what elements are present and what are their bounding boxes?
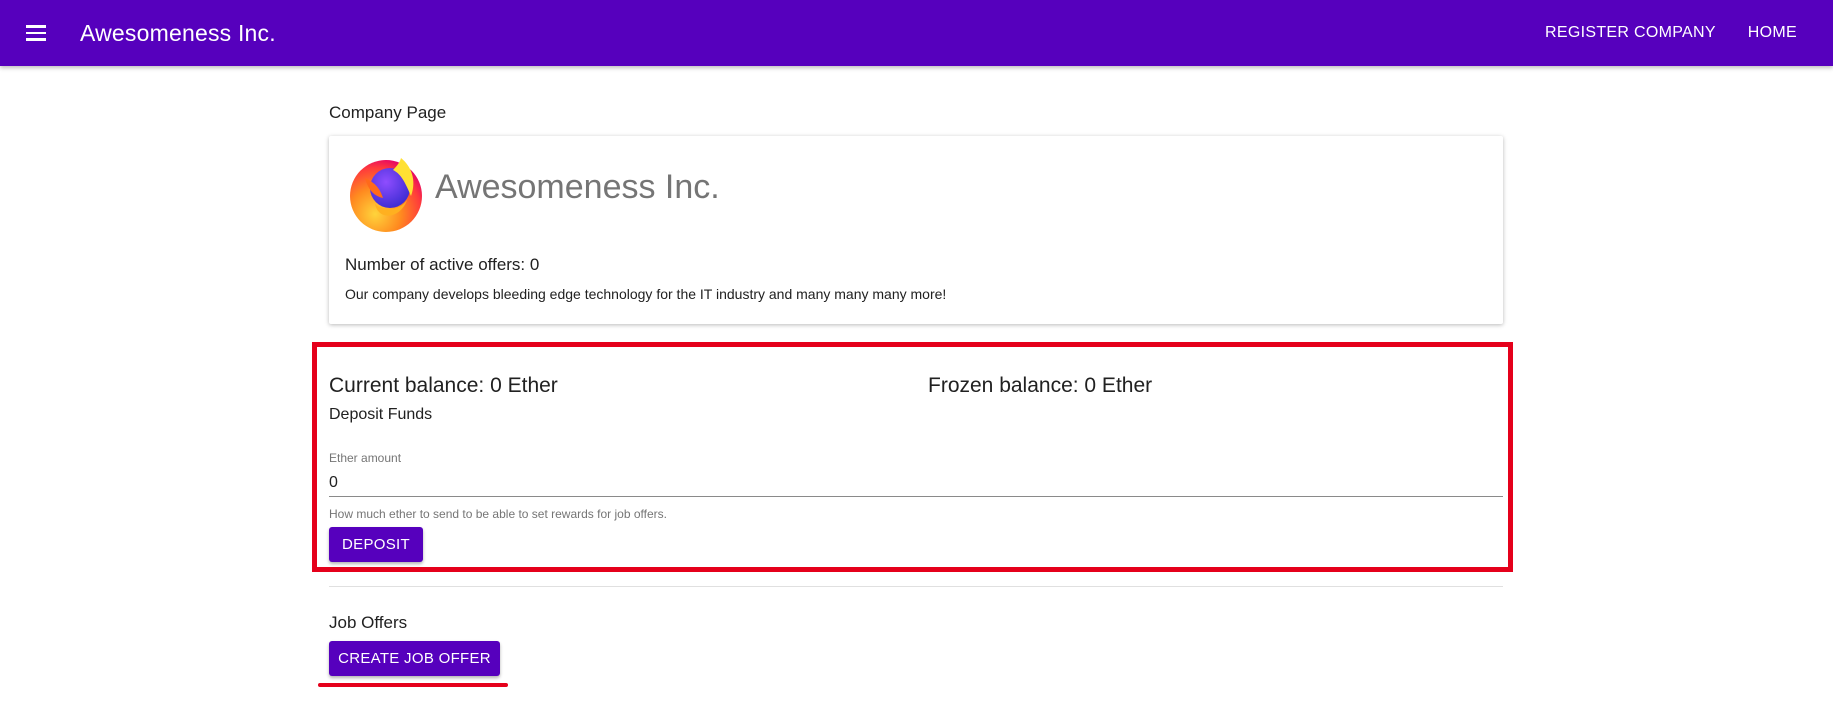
- active-offers-count: Number of active offers: 0: [345, 255, 540, 274]
- current-balance: Current balance: 0 Ether: [329, 374, 558, 397]
- company-description: Our company develops bleeding edge techn…: [345, 286, 947, 302]
- frozen-balance: Frozen balance: 0 Ether: [928, 374, 1153, 397]
- app-title: Awesomeness Inc.: [80, 19, 276, 46]
- menu-icon[interactable]: [22, 19, 50, 47]
- divider: [329, 586, 1503, 587]
- ether-amount-label: Ether amount: [329, 451, 402, 465]
- company-card: Awesomeness Inc. Number of active offers…: [329, 136, 1503, 324]
- app-bar: Awesomeness Inc. REGISTER COMPANY HOME: [0, 0, 1833, 66]
- home-button[interactable]: HOME: [1732, 16, 1813, 50]
- create-job-offer-button[interactable]: CREATE JOB OFFER: [329, 641, 500, 676]
- page-title: Company Page: [329, 103, 447, 122]
- highlight-underline: [318, 683, 508, 687]
- ether-amount-hint: How much ether to send to be able to set…: [329, 507, 667, 521]
- firefox-logo-icon: [350, 158, 422, 232]
- company-name: Awesomeness Inc.: [435, 168, 720, 206]
- deposit-funds-title: Deposit Funds: [329, 406, 433, 423]
- ether-amount-input[interactable]: [329, 470, 1503, 497]
- job-offers-title: Job Offers: [329, 613, 408, 632]
- deposit-button[interactable]: DEPOSIT: [329, 527, 423, 562]
- register-company-button[interactable]: REGISTER COMPANY: [1529, 16, 1732, 50]
- top-nav: REGISTER COMPANY HOME: [1529, 16, 1813, 50]
